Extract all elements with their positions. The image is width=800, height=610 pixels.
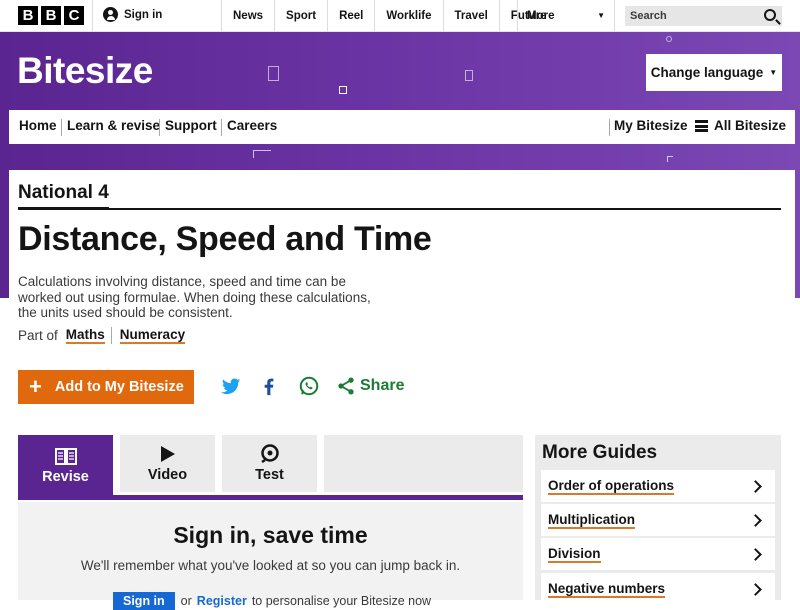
divider	[609, 119, 610, 136]
share-label[interactable]: Share	[360, 377, 404, 395]
bbc-logo[interactable]: B B C	[18, 6, 84, 25]
guide-link-label: Division	[548, 545, 601, 563]
hamburger-menu-icon[interactable]	[695, 120, 708, 132]
person-icon	[103, 7, 118, 22]
tab-label: Test	[255, 467, 284, 483]
plus-icon: +	[29, 374, 42, 399]
chevron-right-icon	[749, 547, 762, 561]
chevron-down-icon: ▼	[597, 11, 605, 20]
add-to-my-bitesize-button[interactable]: + Add to My Bitesize	[18, 370, 194, 404]
more-menu[interactable]: More ▼	[517, 0, 615, 31]
chevron-right-icon	[749, 582, 762, 596]
book-icon	[54, 448, 77, 465]
or-text: or	[180, 594, 192, 608]
subnav-support[interactable]: Support	[165, 118, 217, 133]
sign-in-label: Sign in	[124, 8, 163, 21]
play-icon	[160, 445, 175, 462]
change-language-button[interactable]: Change language ▼	[646, 54, 782, 91]
divider	[61, 119, 62, 136]
part-of-breadcrumb: Part of Maths Numeracy	[18, 327, 186, 344]
tab-label: Revise	[42, 469, 89, 485]
more-guides-heading: More Guides	[542, 442, 658, 463]
more-guides-panel: More Guides Order of operations Multipli…	[535, 435, 781, 605]
add-button-label: Add to My Bitesize	[54, 379, 184, 395]
bbc-logo-letter: C	[64, 6, 84, 25]
nav-travel[interactable]: Travel	[442, 0, 499, 31]
share-icon[interactable]	[336, 376, 356, 396]
sparkle-decoration-icon	[666, 36, 672, 42]
personalise-text: to personalise your Bitesize now	[251, 594, 432, 608]
panel-heading: Sign in, save time	[173, 522, 368, 548]
guide-link-label: Negative numbers	[548, 580, 666, 598]
tab-label: Video	[147, 466, 188, 483]
tab-revise[interactable]: Revise	[18, 435, 113, 498]
guide-link-division[interactable]: Division	[541, 538, 775, 570]
part-of-label: Part of	[18, 328, 58, 343]
page-description: Calculations involving distance, speed a…	[18, 274, 371, 320]
bitesize-logo[interactable]: Bitesize	[17, 50, 153, 92]
sign-in-link[interactable]: Sign in	[103, 7, 162, 22]
search-placeholder: Search	[630, 10, 667, 22]
subnav-careers[interactable]: Careers	[227, 118, 277, 133]
panel-sign-in-row: Sign in or Register to personalise your …	[113, 592, 431, 610]
more-label: More	[527, 9, 555, 22]
change-language-label: Change language	[650, 65, 764, 80]
tab-underline	[18, 495, 523, 500]
divider	[221, 119, 222, 136]
bbc-logo-letter: B	[41, 6, 61, 25]
register-link[interactable]: Register	[197, 594, 247, 608]
all-bitesize-link[interactable]: All Bitesize	[714, 118, 786, 133]
bitesize-subnav: Home Learn & revise Support Careers My B…	[9, 110, 795, 144]
search-input[interactable]: Search	[625, 6, 782, 26]
share-row: Share	[220, 375, 404, 397]
chevron-right-icon	[749, 479, 762, 493]
guide-tabs: Revise Video Test	[18, 435, 523, 500]
bbc-global-bar: B B C Sign in News Sport Reel Worklife T…	[0, 0, 800, 32]
guide-link-negative-numbers[interactable]: Negative numbers	[541, 573, 775, 605]
sqrt-decoration-icon	[253, 150, 271, 158]
panel-sign-in-button[interactable]: Sign in	[113, 592, 175, 610]
guide-link-order-of-operations[interactable]: Order of operations	[541, 470, 775, 502]
level-label[interactable]: National 4	[18, 182, 109, 210]
square-decoration-icon	[339, 86, 347, 94]
subnav-home[interactable]: Home	[19, 118, 57, 133]
whatsapp-icon[interactable]	[298, 375, 320, 397]
nav-sport[interactable]: Sport	[274, 0, 327, 31]
facebook-icon[interactable]	[258, 375, 280, 397]
panel-text: We'll remember what you've looked at so …	[80, 558, 461, 573]
quiz-icon	[260, 444, 279, 463]
subnav-learn-revise[interactable]: Learn & revise	[67, 118, 160, 133]
bbc-top-nav: News Sport Reel Worklife Travel Future	[221, 0, 558, 31]
nav-news[interactable]: News	[221, 0, 274, 31]
guide-link-label: Multiplication	[548, 511, 635, 529]
divider	[159, 119, 160, 136]
divider	[92, 0, 93, 31]
guide-link-multiplication[interactable]: Multiplication	[541, 504, 775, 536]
chevron-right-icon	[749, 513, 762, 527]
twitter-icon[interactable]	[220, 375, 242, 397]
nav-worklife[interactable]: Worklife	[374, 0, 442, 31]
corner-decoration-icon	[667, 156, 673, 162]
tab-empty	[324, 435, 523, 492]
chevron-down-icon: ▼	[769, 68, 778, 77]
maths-link[interactable]: Maths	[65, 327, 105, 344]
numeracy-link[interactable]: Numeracy	[119, 327, 186, 344]
guide-link-label: Order of operations	[548, 477, 675, 495]
calculator-decoration-icon	[465, 70, 473, 81]
tab-test[interactable]: Test	[222, 435, 317, 492]
divider	[18, 208, 781, 210]
my-bitesize-link[interactable]: My Bitesize	[614, 118, 688, 133]
nav-reel[interactable]: Reel	[327, 0, 374, 31]
page-title: Distance, Speed and Time	[18, 220, 432, 258]
calculator-decoration-icon	[268, 66, 279, 81]
sign-in-panel: Sign in, save time We'll remember what y…	[18, 502, 523, 610]
tab-video[interactable]: Video	[120, 435, 215, 492]
divider	[110, 327, 112, 344]
bbc-logo-letter: B	[18, 6, 38, 25]
search-icon[interactable]	[764, 9, 776, 21]
